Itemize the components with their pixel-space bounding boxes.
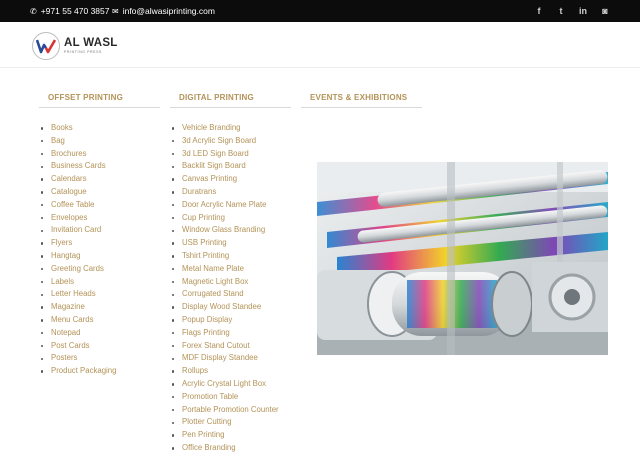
logo-text: AL WASL PRINTING PRESS [64, 37, 118, 54]
menu-link[interactable]: Flags Printing [170, 327, 279, 340]
menu-link[interactable]: Invitation Card [39, 224, 116, 237]
email-contact[interactable]: ✉ info@alwasiprinting.com [112, 0, 215, 22]
menu-link[interactable]: Forex Stand Cutout [170, 340, 279, 353]
menu-link[interactable]: Envelopes [39, 212, 116, 225]
menu-link[interactable]: Promotion Table [170, 391, 279, 404]
menu-link[interactable]: 3d Acrylic Sign Board [170, 135, 279, 148]
menu-link[interactable]: Business Cards [39, 160, 116, 173]
linkedin-icon[interactable]: in [578, 6, 588, 16]
offset-printing-heading[interactable]: OFFSET PRINTING [39, 93, 160, 108]
site-logo[interactable]: AL WASL PRINTING PRESS [32, 32, 118, 60]
social-links: f t in ◙ [534, 0, 610, 22]
menu-link[interactable]: Backlit Sign Board [170, 160, 279, 173]
menu-link[interactable]: Vehicle Branding [170, 122, 279, 135]
envelope-icon: ✉ [112, 6, 119, 16]
logo-brand: AL WASL [64, 37, 118, 49]
menu-link[interactable]: Coffee Table [39, 199, 116, 212]
menu-link[interactable]: MDF Display Standee [170, 352, 279, 365]
menu-link[interactable]: Acrylic Crystal Light Box [170, 378, 279, 391]
menu-link[interactable]: Bag [39, 135, 116, 148]
events-exhibitions-heading[interactable]: EVENTS & EXHIBITIONS [301, 93, 422, 108]
menu-link[interactable]: Rollups [170, 365, 279, 378]
menu-link[interactable]: Post Cards [39, 340, 116, 353]
menu-link[interactable]: Corrugated Stand [170, 288, 279, 301]
menu-link[interactable]: Pen Printing [170, 429, 279, 442]
menu-link[interactable]: Hangtag [39, 250, 116, 263]
menu-link[interactable]: Cup Printing [170, 212, 279, 225]
phone-number[interactable]: +971 55 470 3857 [41, 6, 110, 16]
menu-link[interactable]: Canvas Printing [170, 173, 279, 186]
menu-link[interactable]: Brochures [39, 148, 116, 161]
menu-link[interactable]: Product Packaging [39, 365, 116, 378]
menu-link[interactable]: Display Wood Standee [170, 301, 279, 314]
menu-link[interactable]: Calendars [39, 173, 116, 186]
menu-link[interactable]: Popup Display [170, 314, 279, 327]
menu-link[interactable]: Catalogue [39, 186, 116, 199]
menu-link[interactable]: Metal Name Plate [170, 263, 279, 276]
menu-link[interactable]: Tshirt Printing [170, 250, 279, 263]
menu-link[interactable]: Flyers [39, 237, 116, 250]
twitter-icon[interactable]: t [556, 6, 566, 16]
menu-link[interactable]: Window Glass Branding [170, 224, 279, 237]
offset-printing-list: Books Bag Brochures Business Cards Calen… [39, 122, 116, 378]
printing-press-image [317, 162, 608, 355]
digital-printing-list: Vehicle Branding 3d Acrylic Sign Board 3… [170, 122, 279, 455]
menu-link[interactable]: Posters [39, 352, 116, 365]
menu-link[interactable]: Letter Heads [39, 288, 116, 301]
logo-tagline: PRINTING PRESS [64, 49, 102, 54]
menu-link[interactable]: Greeting Cards [39, 263, 116, 276]
menu-link[interactable]: Door Acrylic Name Plate [170, 199, 279, 212]
menu-link[interactable]: Duratrans [170, 186, 279, 199]
phone-icon: ✆ [30, 6, 37, 16]
menu-link[interactable]: Office Branding [170, 442, 279, 455]
digital-printing-heading[interactable]: DIGITAL PRINTING [170, 93, 291, 108]
menu-link[interactable]: 3d LED Sign Board [170, 148, 279, 161]
menu-link[interactable]: Notepad [39, 327, 116, 340]
menu-link[interactable]: Plotter Cutting [170, 416, 279, 429]
menu-link[interactable]: USB Printing [170, 237, 279, 250]
email-address[interactable]: info@alwasiprinting.com [123, 6, 215, 16]
facebook-icon[interactable]: f [534, 6, 544, 16]
menu-link[interactable]: Labels [39, 276, 116, 289]
menu-link[interactable]: Portable Promotion Counter [170, 404, 279, 417]
menu-link[interactable]: Books [39, 122, 116, 135]
site-header: AL WASL PRINTING PRESS [0, 22, 640, 68]
menu-link[interactable]: Magnetic Light Box [170, 276, 279, 289]
phone-contact[interactable]: ✆ +971 55 470 3857 [30, 0, 109, 22]
logo-mark-icon [32, 32, 60, 60]
menu-link[interactable]: Magazine [39, 301, 116, 314]
top-bar: ✆ +971 55 470 3857 ✉ info@alwasiprinting… [0, 0, 640, 22]
instagram-icon[interactable]: ◙ [600, 6, 610, 16]
menu-link[interactable]: Menu Cards [39, 314, 116, 327]
